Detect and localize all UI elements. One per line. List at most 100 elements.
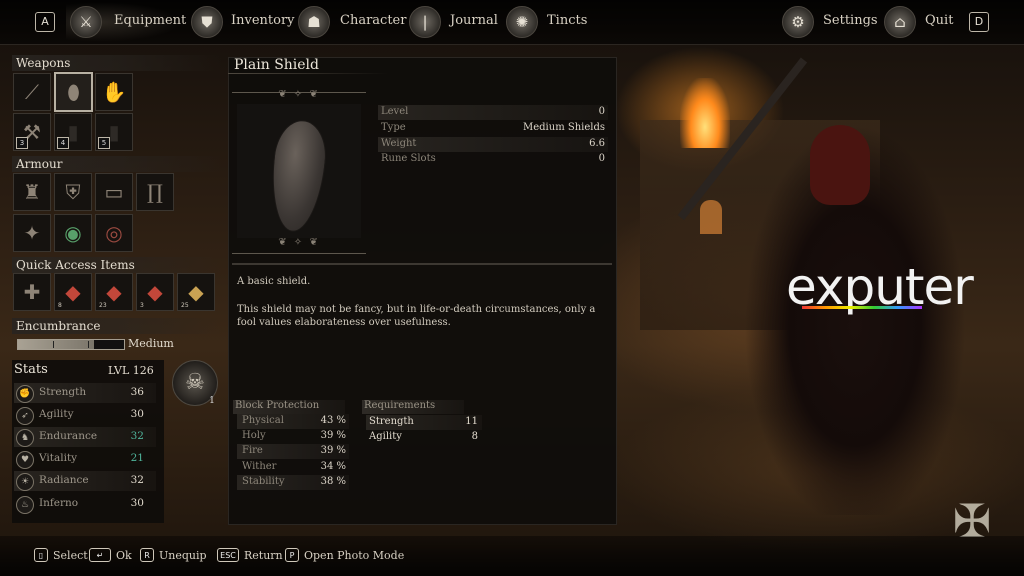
- prop-key: Rune Slots: [381, 153, 436, 164]
- stat-row-agility[interactable]: ➶ Agility 30: [14, 405, 156, 425]
- weapon-slot-6[interactable]: ▮ 5: [95, 113, 133, 151]
- description-divider: [232, 263, 612, 265]
- quick-slot-4[interactable]: ◆ 3: [136, 273, 174, 311]
- stat-name: Vitality: [39, 452, 78, 464]
- stat-value: 30: [130, 497, 144, 509]
- quit-button[interactable]: Quit: [925, 13, 953, 28]
- hint-label: Select: [53, 549, 88, 562]
- quick-slot-3[interactable]: ◆ 23: [95, 273, 133, 311]
- item-description-short: A basic shield.: [237, 276, 311, 287]
- requirement-row-strength: Strength 11: [366, 415, 482, 430]
- armour-slot-ring-2[interactable]: ◎: [95, 214, 133, 252]
- armour-slot-legs[interactable]: ∏: [136, 173, 174, 211]
- quit-door-icon[interactable]: ⌂: [884, 6, 916, 38]
- armour-section-title: Armour: [12, 156, 222, 172]
- slot-key-5: 5: [98, 137, 110, 149]
- weapon-slot-5[interactable]: ▮ 4: [54, 113, 92, 151]
- ornament-top-icon: ❦ ✧ ❦: [278, 89, 320, 100]
- stat-name: Radiance: [39, 474, 89, 486]
- requirement-key: Strength: [369, 416, 414, 427]
- equipment-icon[interactable]: ⚔: [70, 6, 102, 38]
- tab-tincts[interactable]: Tincts: [547, 13, 587, 28]
- block-value: 39 %: [320, 445, 346, 456]
- stat-value: 30: [130, 408, 144, 420]
- requirement-key: Agility: [369, 431, 402, 442]
- r-key: R: [140, 548, 154, 562]
- block-key: Holy: [242, 430, 266, 441]
- next-tab-key[interactable]: D: [969, 12, 989, 32]
- encumbrance-title: Encumbrance: [12, 318, 222, 334]
- hint-ok[interactable]: ↵ Ok: [89, 548, 132, 564]
- stat-row-vitality[interactable]: ♥ Vitality 21: [14, 449, 156, 469]
- stat-row-strength[interactable]: ✊ Strength 36: [14, 383, 156, 403]
- prop-value: Medium Shields: [523, 122, 605, 133]
- tab-inventory[interactable]: Inventory: [231, 13, 295, 28]
- tab-journal[interactable]: Journal: [450, 13, 498, 28]
- requirement-value: 11: [465, 416, 478, 427]
- armour-slot-amulet[interactable]: ✦: [13, 214, 51, 252]
- stat-name: Endurance: [39, 430, 98, 442]
- stat-value: 32: [130, 430, 144, 442]
- amulet-icon: ✦: [23, 221, 41, 245]
- weapon-slot-3[interactable]: ✋: [95, 73, 133, 111]
- tincts-icon[interactable]: ✺: [506, 6, 538, 38]
- stat-row-endurance[interactable]: ♞ Endurance 32: [14, 427, 156, 447]
- armour-slot-ring-1[interactable]: ◉: [54, 214, 92, 252]
- mouse-icon: ▯: [34, 548, 48, 562]
- encumbrance-tick: [53, 341, 54, 348]
- enter-key-icon: ↵: [89, 548, 111, 562]
- item-prop-level: Level 0: [378, 105, 608, 120]
- armour-slot-helmet[interactable]: ♜: [13, 173, 51, 211]
- block-key: Fire: [242, 445, 263, 456]
- hint-return[interactable]: ESC Return: [217, 548, 283, 564]
- endurance-icon: ♞: [16, 429, 34, 447]
- quick-slot-2[interactable]: ◆ 8: [54, 273, 92, 311]
- slot-key-3: 3: [16, 137, 28, 149]
- inventory-icon[interactable]: ⛊: [191, 6, 223, 38]
- hint-select[interactable]: ▯ Select: [34, 548, 88, 564]
- item-description-long: This shield may not be fancy, but in lif…: [237, 304, 596, 328]
- item-prop-type: Type Medium Shields: [378, 121, 608, 136]
- level-up-skull-icon[interactable]: ☠ 1: [172, 360, 218, 406]
- prop-value: 0: [598, 106, 605, 117]
- settings-icon[interactable]: ⚙: [782, 6, 814, 38]
- quick-slot-5[interactable]: ◆ 25: [177, 273, 215, 311]
- weapon-slot-4[interactable]: ⚒ 3: [13, 113, 51, 151]
- hint-label: Return: [244, 549, 283, 562]
- block-value: 38 %: [320, 476, 346, 487]
- stat-row-inferno[interactable]: ♨ Inferno 30: [14, 494, 156, 514]
- prop-key: Type: [381, 122, 406, 133]
- requirement-row-agility: Agility 8: [366, 430, 482, 445]
- weapon-slot-1[interactable]: ⟋: [13, 73, 51, 111]
- block-row-holy: Holy 39 %: [237, 429, 349, 444]
- hand-icon: ✋: [101, 80, 127, 104]
- prop-value: 0: [598, 153, 605, 164]
- quick-access-section-title: Quick Access Items: [12, 257, 222, 273]
- armour-slot-gauntlets[interactable]: ▭: [95, 173, 133, 211]
- gauntlets-icon: ▭: [104, 180, 124, 204]
- hint-photo-mode[interactable]: P Open Photo Mode: [285, 548, 404, 564]
- character-icon[interactable]: ☗: [298, 6, 330, 38]
- prop-key: Level: [381, 106, 409, 117]
- vitality-icon: ♥: [16, 451, 34, 469]
- tab-character[interactable]: Character: [340, 13, 406, 28]
- watermark-logo: exputer: [786, 258, 974, 316]
- journal-icon[interactable]: ❘: [409, 6, 441, 38]
- block-value: 34 %: [320, 461, 346, 472]
- player-level: LVL 126: [108, 364, 154, 377]
- prop-key: Weight: [381, 138, 417, 149]
- armour-slot-chest[interactable]: ⛨: [54, 173, 92, 211]
- hint-unequip[interactable]: R Unequip: [140, 548, 207, 564]
- stat-row-radiance[interactable]: ☀ Radiance 32: [14, 471, 156, 491]
- encumbrance-bar: [17, 339, 125, 350]
- quick-slot-1[interactable]: ✚: [13, 273, 51, 311]
- inferno-icon: ♨: [16, 496, 34, 514]
- stat-name: Inferno: [39, 497, 79, 509]
- prev-tab-key[interactable]: A: [35, 12, 55, 32]
- ornament-bottom-icon: ❦ ✧ ❦: [278, 237, 320, 248]
- stat-name: Strength: [39, 386, 87, 398]
- settings-button[interactable]: Settings: [823, 13, 878, 28]
- tab-equipment[interactable]: Equipment: [114, 13, 186, 28]
- weapon-slot-2-selected[interactable]: ⬮: [54, 72, 93, 112]
- item-title-underline: [228, 73, 388, 74]
